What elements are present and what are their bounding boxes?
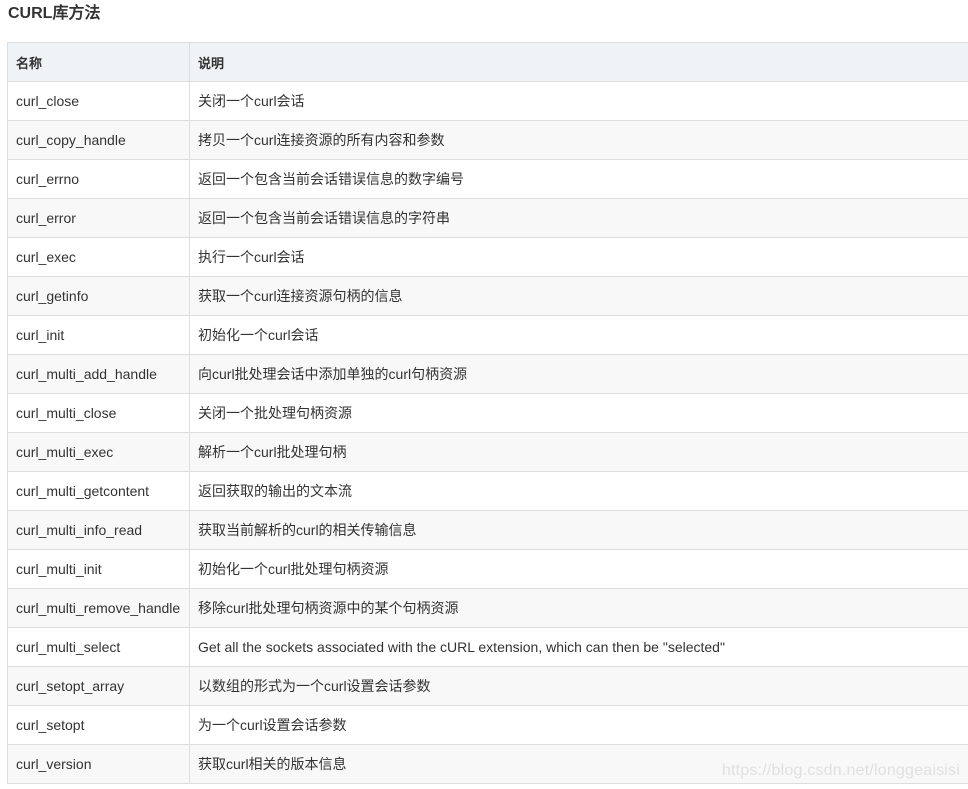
method-description-cell: 初始化一个curl批处理句柄资源 (189, 549, 968, 589)
method-name-cell: curl_multi_info_read (7, 510, 190, 550)
table-row: curl_multi_add_handle 向curl批处理会话中添加单独的cur… (7, 354, 968, 394)
table-body: curl_close 关闭一个curl会话 curl_copy_handle 拷贝一个… (7, 81, 968, 784)
watermark: https://blog.csdn.net/longgeaisisi (721, 762, 960, 779)
curl-methods-table: 名称 说明 curl_close 关闭一个curl会话 curl_copy_hand… (7, 42, 968, 784)
method-description-cell: 解析一个curl批处理句柄 (189, 432, 968, 472)
method-name-cell: curl_multi_remove_handle (7, 588, 190, 628)
method-name-cell: curl_multi_exec (7, 432, 190, 472)
table-row: curl_copy_handle 拷贝一个curl连接资源的所有内容和参数 (7, 120, 968, 160)
table-row: curl_multi_select Get all the sockets ass… (7, 627, 968, 667)
method-description-cell: 获取当前解析的curl的相关传输信息 (189, 510, 968, 550)
method-name-cell: curl_exec (7, 237, 190, 277)
method-name-cell: curl_version (7, 744, 190, 784)
method-name-cell: curl_copy_handle (7, 120, 190, 160)
method-name-cell: curl_getinfo (7, 276, 190, 316)
method-description-cell: 初始化一个curl会话 (189, 315, 968, 355)
method-name-cell: curl_errno (7, 159, 190, 199)
table-row: curl_multi_info_read 获取当前解析的curl的相关传输信息 (7, 510, 968, 550)
method-description-cell: 拷贝一个curl连接资源的所有内容和参数 (189, 120, 968, 160)
table-row: curl_multi_init 初始化一个curl批处理句柄资源 (7, 549, 968, 589)
method-name-cell: curl_multi_select (7, 627, 190, 667)
table-row: curl_setopt_array 以数组的形式为一个curl设置会话参数 (7, 666, 968, 706)
header-name: 名称 (7, 42, 190, 82)
table-row: curl_multi_close 关闭一个批处理句柄资源 (7, 393, 968, 433)
method-name-cell: curl_error (7, 198, 190, 238)
header-description: 说明 (189, 42, 968, 82)
table-header-row: 名称 说明 (7, 42, 968, 82)
table-row: curl_setopt 为一个curl设置会话参数 (7, 705, 968, 745)
method-description-cell: 返回一个包含当前会话错误信息的字符串 (189, 198, 968, 238)
table-row: curl_multi_exec 解析一个curl批处理句柄 (7, 432, 968, 472)
method-name-cell: curl_setopt (7, 705, 190, 745)
table-row: curl_multi_getcontent 返回获取的输出的文本流 (7, 471, 968, 511)
method-description-cell: 关闭一个curl会话 (189, 81, 968, 121)
table-row: curl_init 初始化一个curl会话 (7, 315, 968, 355)
method-description-cell: Get all the sockets associated with the … (189, 627, 968, 667)
method-description-cell: 移除curl批处理句柄资源中的某个句柄资源 (189, 588, 968, 628)
method-description-cell: 关闭一个批处理句柄资源 (189, 393, 968, 433)
method-description-cell: 向curl批处理会话中添加单独的curl句柄资源 (189, 354, 968, 394)
method-name-cell: curl_setopt_array (7, 666, 190, 706)
method-description-cell: 获取一个curl连接资源句柄的信息 (189, 276, 968, 316)
method-description-cell: 为一个curl设置会话参数 (189, 705, 968, 745)
method-name-cell: curl_multi_getcontent (7, 471, 190, 511)
table-row: curl_exec 执行一个curl会话 (7, 237, 968, 277)
method-description-cell: 执行一个curl会话 (189, 237, 968, 277)
table-row: curl_errno 返回一个包含当前会话错误信息的数字编号 (7, 159, 968, 199)
method-name-cell: curl_close (7, 81, 190, 121)
method-name-cell: curl_init (7, 315, 190, 355)
method-name-cell: curl_multi_close (7, 393, 190, 433)
table-row: curl_getinfo 获取一个curl连接资源句柄的信息 (7, 276, 968, 316)
curl-methods-table-container: 名称 说明 curl_close 关闭一个curl会话 curl_copy_hand… (7, 42, 968, 784)
method-description-cell: 返回一个包含当前会话错误信息的数字编号 (189, 159, 968, 199)
table-row: curl_error 返回一个包含当前会话错误信息的字符串 (7, 198, 968, 238)
method-name-cell: curl_multi_add_handle (7, 354, 190, 394)
method-name-cell: curl_multi_init (7, 549, 190, 589)
table-row: curl_multi_remove_handle 移除curl批处理句柄资源中的某… (7, 588, 968, 628)
method-description-cell: 返回获取的输出的文本流 (189, 471, 968, 511)
method-description-cell: 以数组的形式为一个curl设置会话参数 (189, 666, 968, 706)
page-title: CURL库方法 (8, 5, 101, 22)
table-row: curl_close 关闭一个curl会话 (7, 81, 968, 121)
